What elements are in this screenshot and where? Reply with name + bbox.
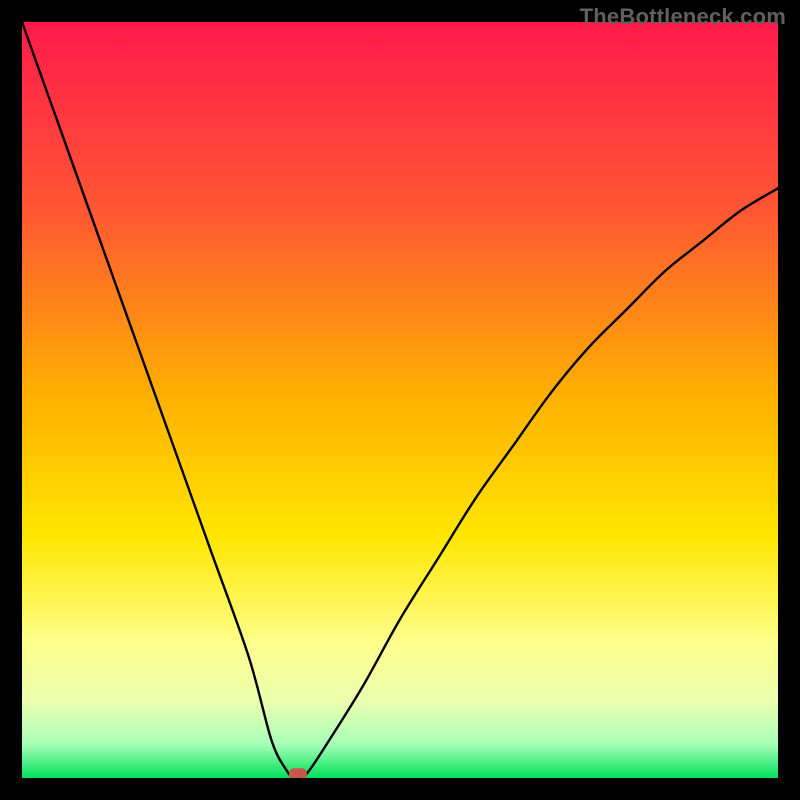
watermark-text: TheBottleneck.com (580, 4, 786, 30)
marker-point (289, 768, 307, 778)
chart-background (22, 22, 778, 778)
chart-frame (22, 22, 778, 778)
bottleneck-chart (22, 22, 778, 778)
